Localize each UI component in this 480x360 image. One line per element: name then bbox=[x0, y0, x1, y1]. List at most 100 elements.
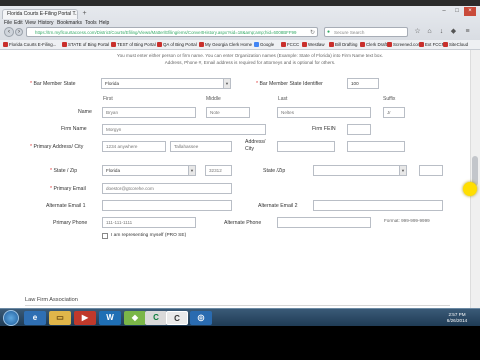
bookmark-icon bbox=[157, 42, 162, 47]
address-2-input[interactable] bbox=[277, 141, 335, 152]
last-name-input[interactable]: Neltes bbox=[277, 107, 371, 118]
download-icon[interactable]: ↓ bbox=[437, 28, 446, 36]
name-label: Name bbox=[78, 109, 92, 115]
star-icon[interactable]: ☆ bbox=[413, 28, 422, 36]
primary-phone-label: Primary Phone bbox=[53, 220, 88, 226]
system-clock[interactable]: 2:57 PM 6/26/2014 bbox=[438, 312, 476, 324]
bookmark-item[interactable]: Ext FCCF bbox=[419, 42, 444, 47]
dropdown-arrow-icon: ▼ bbox=[223, 79, 230, 88]
city-2-input[interactable] bbox=[347, 141, 405, 152]
clock-date: 6/26/2014 bbox=[446, 318, 468, 323]
bookmarks-bar: Florida Courts E-Filing... STATE of Bing… bbox=[0, 40, 480, 50]
bookmark-label: My Georgia Clerk Home bbox=[205, 42, 253, 47]
c-app-2-taskbar-icon[interactable]: C bbox=[166, 311, 188, 325]
primary-city-input[interactable]: Tallahassee bbox=[170, 141, 232, 152]
maximize-icon[interactable]: □ bbox=[451, 7, 463, 16]
form-notice: You must enter either person or firm nam… bbox=[100, 53, 400, 66]
ie-taskbar-icon[interactable]: e bbox=[24, 311, 46, 325]
bookmark-label: Florida Courts E-Filing... bbox=[9, 42, 57, 47]
bookmark-label: Ext FCCF bbox=[425, 42, 445, 47]
middle-column-label: Middle bbox=[206, 96, 221, 102]
law-firm-section-title: Law Firm Association bbox=[25, 297, 78, 303]
firm-name-input[interactable]: Morgyn bbox=[102, 124, 266, 135]
alternate-email-2-label: Alternate Email 2 bbox=[258, 203, 298, 209]
dropdown-arrow-icon: ▼ bbox=[399, 166, 406, 175]
browser-tabbar: Florida Courts E-Filing Portal T... + – … bbox=[0, 6, 480, 40]
app-taskbar-icon[interactable]: ◆ bbox=[124, 311, 146, 325]
start-button-icon[interactable] bbox=[3, 310, 19, 326]
notice-line-2: Address, Phone #, Email address is requi… bbox=[164, 59, 336, 65]
word-taskbar-icon[interactable]: W bbox=[99, 311, 121, 325]
bookmark-item[interactable]: Google bbox=[254, 42, 274, 47]
bookmark-icon bbox=[360, 42, 365, 47]
dropdown-arrow-icon: ▼ bbox=[188, 166, 195, 175]
state-2-select[interactable]: ▼ bbox=[313, 165, 407, 176]
bookmark-item[interactable]: STATE of Bing Portal bbox=[62, 42, 109, 47]
bookmark-item[interactable]: TEST of Bing Portal bbox=[111, 42, 156, 47]
bookmark-icon bbox=[302, 42, 307, 47]
browser-taskbar-icon[interactable]: ◎ bbox=[190, 311, 212, 325]
bookmark-item[interactable]: Westlaw bbox=[302, 42, 325, 47]
bookmark-icon bbox=[62, 42, 67, 47]
bookmark-icon bbox=[419, 42, 424, 47]
primary-address-input[interactable]: 1234 anywhere bbox=[102, 141, 166, 152]
address-bar[interactable]: https://trn.myflcourtaccess.com/District… bbox=[26, 27, 318, 37]
state-select[interactable]: Florida ▼ bbox=[102, 165, 196, 176]
pro-se-checkbox[interactable] bbox=[102, 233, 108, 239]
suffix-input[interactable]: Jr bbox=[383, 107, 405, 118]
alternate-email-1-input[interactable] bbox=[102, 200, 232, 211]
primary-phone-input[interactable]: 111-111-1111 bbox=[102, 217, 196, 228]
notice-line-1: You must enter either person or firm nam… bbox=[116, 53, 384, 58]
middle-name-input[interactable]: Note bbox=[206, 107, 250, 118]
bookmark-item[interactable]: Screened.com bbox=[387, 42, 421, 47]
home-icon[interactable]: ⌂ bbox=[425, 28, 434, 36]
new-tab-icon[interactable]: + bbox=[80, 9, 89, 18]
bookmark-item[interactable]: Clerk Drafts bbox=[360, 42, 389, 47]
bookmark-label: STATE of Bing Portal bbox=[68, 42, 110, 47]
bookmark-item[interactable]: Bill Drafting bbox=[329, 42, 357, 47]
browser-tab-active[interactable]: Florida Courts E-Filing Portal T... bbox=[2, 9, 78, 19]
bookmark-item[interactable]: FCCC bbox=[281, 42, 299, 47]
search-input[interactable]: Secure Search bbox=[324, 27, 408, 37]
close-window-icon[interactable]: × bbox=[464, 7, 476, 16]
bar-member-state-label: * Bar Member State bbox=[30, 81, 76, 87]
bookmark-label: QA of Bing Portal bbox=[163, 42, 197, 47]
bookmark-label: Bill Drafting bbox=[335, 42, 358, 47]
forward-icon[interactable]: › bbox=[15, 28, 23, 36]
google-icon bbox=[254, 42, 259, 47]
reload-icon[interactable]: ↻ bbox=[310, 29, 315, 36]
bookmark-item[interactable]: SiteCloud bbox=[443, 42, 468, 47]
minimize-icon[interactable]: – bbox=[438, 7, 450, 16]
media-taskbar-icon[interactable]: ▶ bbox=[74, 311, 96, 325]
phone-format-hint: Format: 999-999-9999 bbox=[384, 218, 430, 223]
menu-hamburger-icon[interactable]: ≡ bbox=[463, 28, 472, 36]
form-page: You must enter either person or firm nam… bbox=[0, 50, 460, 308]
addon-icon[interactable]: ◆ bbox=[449, 28, 458, 36]
firm-name-label: Firm Name bbox=[61, 126, 87, 132]
zip-2-input[interactable] bbox=[419, 165, 443, 176]
alternate-phone-input[interactable] bbox=[277, 217, 371, 228]
bar-member-id-label: * Bar Member State Identifier bbox=[256, 81, 323, 87]
zip-input[interactable]: 32312 bbox=[205, 165, 232, 176]
bar-member-state-select[interactable]: Florida ▼ bbox=[101, 78, 231, 89]
c-app-taskbar-icon[interactable]: C bbox=[145, 311, 167, 325]
navigation-bar: ‹ › https://trn.myflcourtaccess.com/Dist… bbox=[0, 26, 480, 40]
back-icon[interactable]: ‹ bbox=[4, 27, 14, 37]
alternate-email-1-label: Alternate Email 1 bbox=[46, 203, 86, 209]
alternate-phone-label: Alternate Phone bbox=[224, 220, 262, 226]
first-column-label: First bbox=[103, 96, 113, 102]
firm-fein-input[interactable] bbox=[347, 124, 371, 135]
bookmark-item[interactable]: QA of Bing Portal bbox=[157, 42, 197, 47]
first-name-input[interactable]: Bryan bbox=[102, 107, 196, 118]
primary-email-input[interactable]: doestor@gtcorehe.com bbox=[102, 183, 232, 194]
explorer-taskbar-icon[interactable]: ▭ bbox=[49, 311, 71, 325]
bookmark-label: Screened.com bbox=[393, 42, 422, 47]
bookmark-item[interactable]: My Georgia Clerk Home bbox=[199, 42, 252, 47]
suffix-column-label: Suffix bbox=[383, 96, 396, 102]
bookmark-item[interactable]: Florida Courts E-Filing... bbox=[3, 42, 56, 47]
last-column-label: Last bbox=[278, 96, 288, 102]
scrollbar-thumb[interactable] bbox=[472, 156, 478, 186]
bar-member-id-input[interactable]: 100 bbox=[347, 78, 379, 89]
bookmark-icon bbox=[281, 42, 286, 47]
alternate-email-2-input[interactable] bbox=[313, 200, 443, 211]
